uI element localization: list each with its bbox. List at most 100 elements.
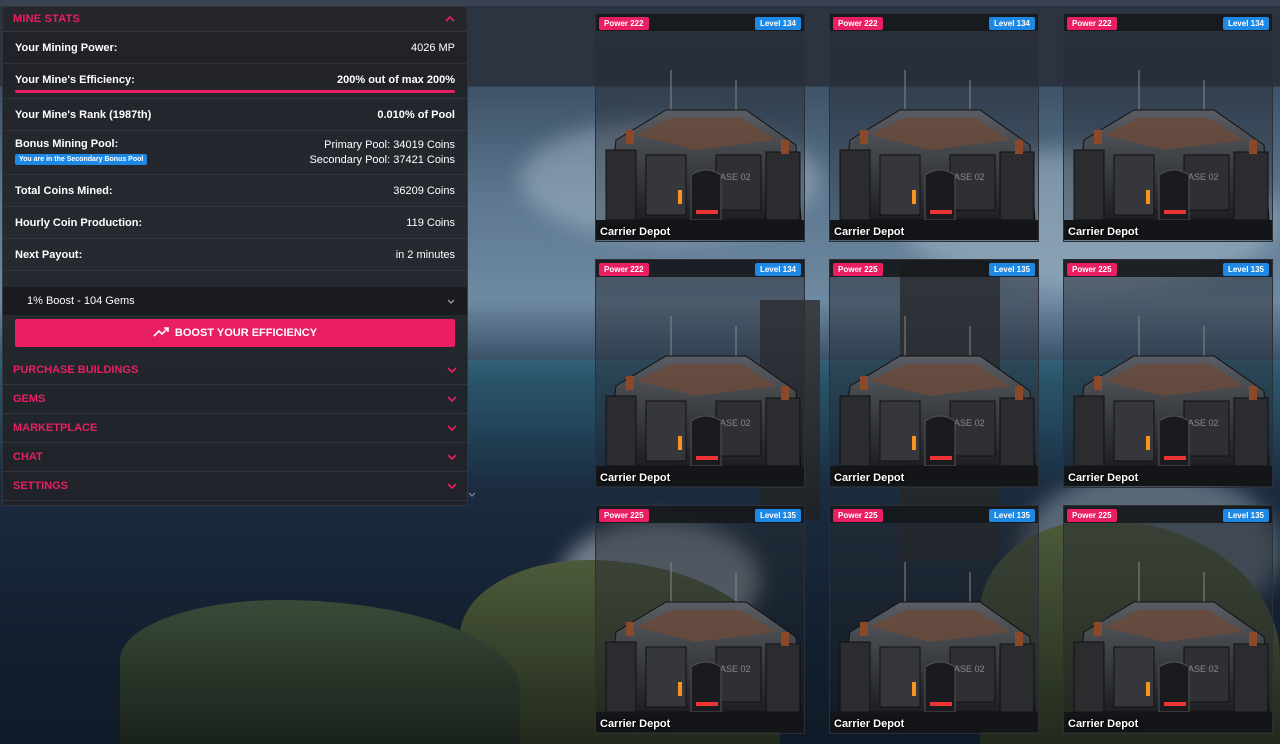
building-name: Carrier Depot (834, 718, 905, 730)
chevron-down-icon[interactable] (447, 364, 457, 376)
next-payout-value: in 2 minutes (395, 248, 455, 261)
carrier-depot-image: BASE 02 (830, 316, 1038, 486)
power-badge: Power 222 (599, 263, 649, 276)
chevron-down-icon[interactable] (447, 451, 457, 463)
total-coins-label: Total Coins Mined: (15, 184, 113, 197)
mining-power-row: Your Mining Power: 4026 MP (3, 32, 467, 64)
section-purchase-buildings[interactable]: PURCHASE BUILDINGS (3, 356, 467, 385)
boost-efficiency-button[interactable]: BOOST YOUR EFFICIENCY (15, 319, 455, 347)
mine-stats-header[interactable]: MINE STATS (3, 7, 467, 32)
bonus-pool-row: Bonus Mining Pool: You are in the Second… (3, 131, 467, 175)
building-art: BASE 02 (830, 562, 1038, 732)
building-card[interactable]: Power 225 Level 135 BASE 02 Carrier Depot (829, 259, 1039, 488)
building-name: Carrier Depot (1068, 718, 1139, 730)
efficiency-progress-bar (15, 90, 455, 93)
section-title: MARKETPLACE (13, 422, 98, 434)
building-name: Carrier Depot (834, 472, 905, 484)
mining-power-label: Your Mining Power: (15, 41, 118, 54)
carrier-depot-image: BASE 02 (830, 562, 1038, 732)
rank-value: 0.010% of Pool (377, 108, 455, 121)
building-art: BASE 02 (1064, 70, 1272, 240)
power-badge: Power 225 (1067, 509, 1117, 522)
secondary-pool-value: Secondary Pool: 37421 Coins (309, 154, 455, 166)
section-gems[interactable]: GEMS (3, 385, 467, 414)
total-coins-value: 36209 Coins (393, 184, 455, 197)
carrier-depot-image: BASE 02 (1064, 562, 1272, 732)
power-badge: Power 225 (833, 263, 883, 276)
building-card[interactable]: Power 222 Level 134 BASE 02 Carrier Depot (595, 259, 805, 488)
building-card[interactable]: Power 225 Level 135 BASE 02 Carrier Depot (1063, 505, 1273, 734)
mining-power-value: 4026 MP (410, 41, 455, 54)
bonus-pool-label: Bonus Mining Pool: (15, 138, 119, 150)
building-card[interactable]: Power 225 Level 135 BASE 02 Carrier Depot (1063, 259, 1273, 488)
building-art: BASE 02 (596, 316, 804, 486)
building-card[interactable]: Power 222 Level 134 BASE 02 Carrier Depot (595, 13, 805, 242)
land (120, 600, 520, 744)
building-card[interactable]: Power 222 Level 134 BASE 02 Carrier Depot (1063, 13, 1273, 242)
level-badge: Level 134 (1222, 17, 1269, 30)
carrier-depot-image: BASE 02 (596, 316, 804, 486)
section-title: PURCHASE BUILDINGS (13, 364, 139, 376)
chevron-down-icon[interactable] (447, 422, 457, 434)
hourly-production-label: Hourly Coin Production: (15, 216, 143, 229)
efficiency-row: Your Mine's Efficiency: 200% out of max … (3, 64, 467, 99)
section-marketplace[interactable]: MARKETPLACE (3, 414, 467, 443)
chevron-down-icon[interactable] (447, 393, 457, 405)
level-badge: Level 135 (1222, 509, 1269, 522)
building-card[interactable]: Power 225 Level 135 BASE 02 Carrier Depot (595, 505, 805, 734)
section-title: GEMS (13, 393, 46, 405)
building-name: Carrier Depot (600, 472, 671, 484)
level-badge: Level 134 (754, 263, 801, 276)
collapsed-sections: PURCHASE BUILDINGS GEMS MARKETPLACE CHAT SET… (3, 356, 467, 501)
boost-select[interactable]: 1% Boost - 104 Gems (3, 287, 467, 315)
level-badge: Level 135 (988, 263, 1035, 276)
rank-label: Your Mine's Rank (1987th) (15, 108, 152, 121)
stats-panel: MINE STATS Your Mining Power: 4026 MP Yo… (2, 6, 468, 506)
power-badge: Power 225 (599, 509, 649, 522)
building-card[interactable]: Power 222 Level 134 BASE 02 Carrier Depot (829, 13, 1039, 242)
mine-stats-title: MINE STATS (13, 13, 80, 25)
bonus-pool-left: Bonus Mining Pool: You are in the Second… (15, 138, 148, 165)
next-payout-label: Next Payout: (15, 248, 83, 261)
carrier-depot-image: BASE 02 (1064, 316, 1272, 486)
power-badge: Power 225 (1067, 263, 1117, 276)
hourly-production-value: 119 Coins (406, 216, 455, 229)
trending-up-icon (153, 326, 169, 340)
building-art: BASE 02 (1064, 316, 1272, 486)
level-badge: Level 134 (754, 17, 801, 30)
section-chat[interactable]: CHAT (3, 443, 467, 472)
section-title: CHAT (13, 451, 43, 463)
primary-pool-value: Primary Pool: 34019 Coins (324, 139, 455, 151)
building-name: Carrier Depot (600, 718, 671, 730)
level-badge: Level 135 (1222, 263, 1269, 276)
building-name: Carrier Depot (1068, 472, 1139, 484)
efficiency-value: 200% out of max 200% (337, 74, 455, 86)
boost-efficiency-label: BOOST YOUR EFFICIENCY (174, 327, 318, 339)
power-badge: Power 225 (833, 509, 883, 522)
level-badge: Level 134 (988, 17, 1035, 30)
chevron-down-icon (468, 484, 476, 502)
next-payout-row: Next Payout: in 2 minutes (3, 239, 467, 271)
chevron-down-icon (447, 296, 455, 306)
bonus-pool-values: Primary Pool: 34019 Coins Secondary Pool… (309, 138, 455, 168)
section-settings[interactable]: SETTINGS (3, 472, 467, 501)
carrier-depot-image: BASE 02 (1064, 70, 1272, 240)
rank-row: Your Mine's Rank (1987th) 0.010% of Pool (3, 99, 467, 131)
mine-stats-body: Your Mining Power: 4026 MP Your Mine's E… (3, 32, 467, 356)
building-name: Carrier Depot (600, 226, 671, 238)
chevron-down-icon[interactable] (447, 480, 457, 492)
building-name: Carrier Depot (1068, 226, 1139, 238)
building-art: BASE 02 (1064, 562, 1272, 732)
carrier-depot-image: BASE 02 (596, 70, 804, 240)
boost-select-value: 1% Boost - 104 Gems (27, 295, 135, 307)
building-art: BASE 02 (596, 70, 804, 240)
secondary-pool-badge: You are in the Secondary Bonus Pool (15, 154, 148, 165)
power-badge: Power 222 (599, 17, 649, 30)
carrier-depot-image: BASE 02 (596, 562, 804, 732)
chevron-up-icon[interactable] (443, 12, 457, 26)
power-badge: Power 222 (1067, 17, 1117, 30)
carrier-depot-image: BASE 02 (830, 70, 1038, 240)
efficiency-progress-fill (15, 90, 455, 93)
total-coins-row: Total Coins Mined: 36209 Coins (3, 175, 467, 207)
building-card[interactable]: Power 225 Level 135 BASE 02 Carrier Depot (829, 505, 1039, 734)
